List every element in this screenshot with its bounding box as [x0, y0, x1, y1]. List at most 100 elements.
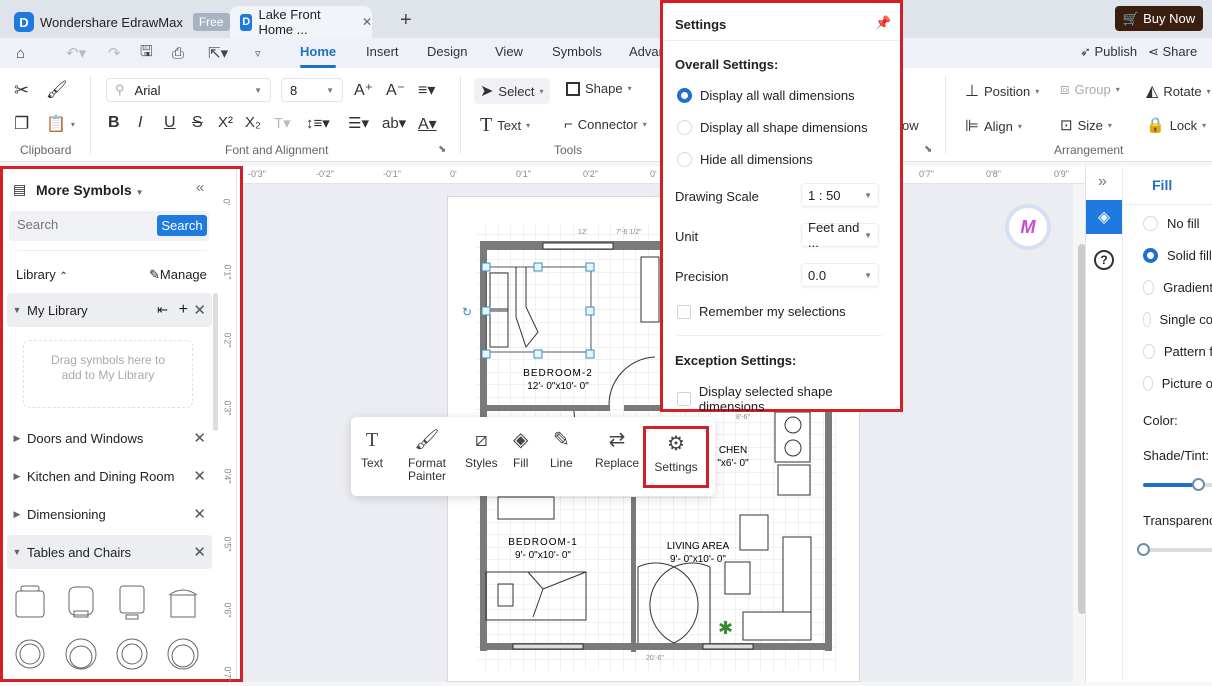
position-button[interactable]: ⊥ Position ▾ — [965, 81, 1039, 101]
option-wall-dimensions[interactable]: Display all wall dimensions — [677, 88, 855, 103]
select-button[interactable]: ➤ Select ▾ — [474, 78, 550, 104]
vertical-ruler[interactable]: 0' 0'1" 0'2" 0'3" 0'4" 0'5" 0'6" 0'7" — [218, 169, 237, 681]
float-settings-button[interactable]: ⚙ Settings — [643, 426, 709, 488]
customize-quick-access-icon[interactable]: ▿ — [255, 38, 261, 68]
close-icon[interactable]: ✕ — [193, 543, 206, 561]
save-icon[interactable]: 🖫 — [140, 38, 153, 68]
copy-icon[interactable]: ❐ — [14, 114, 29, 134]
radio[interactable] — [1143, 280, 1155, 295]
radio[interactable] — [677, 152, 692, 167]
float-line-button[interactable]: ✎ Line — [550, 427, 573, 470]
connector-button[interactable]: ⌐ Connector ▾ — [564, 116, 647, 133]
size-button[interactable]: ⊡ Size ▾ — [1060, 116, 1112, 134]
close-tab-icon[interactable]: ✕ — [362, 15, 372, 29]
fill-tab-icon[interactable]: ◈ — [1086, 200, 1122, 234]
library-toggle[interactable]: Library ⌃ — [16, 267, 68, 282]
text-button[interactable]: T Text ▾ — [480, 114, 530, 137]
checkbox[interactable] — [677, 304, 691, 319]
print-icon[interactable]: ⎙ — [172, 38, 184, 68]
armchair-symbol[interactable] — [64, 583, 98, 621]
radio[interactable] — [1143, 376, 1153, 391]
chair-symbol[interactable] — [13, 583, 47, 621]
radio[interactable] — [677, 120, 692, 135]
ai-assistant-icon[interactable]: M — [1005, 204, 1051, 250]
slider-knob[interactable] — [1137, 543, 1150, 556]
shape-button[interactable]: Shape ▾ — [566, 81, 632, 96]
float-styles-button[interactable]: ⧄ Styles — [465, 427, 498, 470]
fill-option-solid-fill[interactable]: Solid fill — [1143, 248, 1212, 263]
cut-icon[interactable]: ✂ — [14, 80, 29, 101]
collapse-panel-icon[interactable]: « — [196, 179, 204, 196]
export-icon[interactable]: ⇱▾ — [208, 38, 228, 68]
app-tab[interactable]: D Wondershare EdrawMax Free — [14, 6, 230, 38]
publish-button[interactable]: ➶ Publish — [1080, 44, 1137, 60]
group-button[interactable]: ⧈ Group ▾ — [1060, 81, 1120, 98]
share-button[interactable]: ⋖ Share — [1148, 44, 1197, 60]
increase-font-icon[interactable]: A⁺ — [354, 80, 373, 100]
my-library-section[interactable]: ▼ My Library ⇤ + ✕ — [7, 293, 212, 327]
search-input[interactable] — [17, 217, 147, 232]
bold-icon[interactable]: B — [108, 114, 120, 132]
rotate-handle-icon[interactable]: ↻ — [462, 305, 472, 319]
precision-select[interactable]: 0.0 ▼ — [801, 263, 879, 287]
import-icon[interactable]: ⇤ — [157, 302, 168, 318]
radio[interactable] — [1143, 216, 1158, 231]
paste-icon[interactable]: 📋 ▾ — [46, 114, 75, 134]
close-icon[interactable]: ✕ — [193, 429, 206, 447]
text-case-icon[interactable]: ab▾ — [382, 114, 406, 132]
decrease-font-icon[interactable]: A⁻ — [386, 80, 405, 100]
unit-select[interactable]: Feet and ... ▼ — [801, 220, 879, 250]
align-text-icon[interactable]: ≡▾ — [418, 80, 435, 100]
menu-insert[interactable]: Insert — [366, 44, 399, 59]
line-spacing-icon[interactable]: ↕≡▾ — [306, 114, 330, 132]
underline-icon[interactable]: U — [164, 114, 176, 132]
home-icon[interactable]: ⌂ — [16, 38, 25, 68]
close-icon[interactable]: ✕ — [193, 301, 206, 319]
text-style-icon[interactable]: T▾ — [274, 114, 291, 132]
strikethrough-icon[interactable]: S — [192, 114, 203, 132]
fill-option-picture[interactable]: Picture o — [1143, 376, 1212, 391]
swivel-chair-symbol[interactable] — [115, 635, 149, 673]
tools-dialog-launcher-icon[interactable]: ⬊ — [924, 144, 932, 155]
bullet-list-icon[interactable]: ☰▾ — [348, 114, 369, 132]
category-dimensioning[interactable]: ▶ Dimensioning ✕ — [7, 497, 212, 531]
format-painter-icon[interactable]: 🖌 — [46, 80, 68, 100]
category-doors-and-windows[interactable]: ▶ Doors and Windows ✕ — [7, 421, 212, 455]
round-chair-symbol[interactable] — [13, 635, 47, 673]
fill-option-gradient[interactable]: Gradient — [1143, 280, 1212, 295]
float-replace-button[interactable]: ⇄ Replace — [595, 427, 639, 470]
float-format-painter-button[interactable]: 🖌 Format Painter — [407, 427, 447, 483]
document-tab[interactable]: D Lake Front Home ... ✕ — [230, 6, 372, 38]
superscript-icon[interactable]: X² — [218, 114, 233, 131]
font-color-icon[interactable]: A▾ — [418, 114, 437, 134]
font-dialog-launcher-icon[interactable]: ⬊ — [438, 144, 446, 155]
add-icon[interactable]: + — [179, 301, 188, 319]
fill-option-no-fill[interactable]: No fill — [1143, 216, 1212, 231]
radio-selected[interactable] — [1143, 248, 1158, 263]
font-name-select[interactable]: ⚲ Arial ▼ — [106, 78, 271, 102]
shade-tint-slider[interactable] — [1143, 478, 1212, 491]
menu-design[interactable]: Design — [427, 44, 467, 59]
radio-selected[interactable] — [677, 88, 692, 103]
manage-button[interactable]: ✎Manage — [149, 267, 207, 283]
menu-view[interactable]: View — [495, 44, 523, 59]
pin-icon[interactable]: 📌 — [875, 15, 891, 31]
menu-home[interactable]: Home — [300, 44, 337, 68]
rotate-button[interactable]: ◭ Rotate ▾ — [1146, 81, 1211, 101]
my-library-drop-zone[interactable]: Drag symbols here to add to My Library — [23, 340, 193, 408]
drawing-scale-select[interactable]: 1 : 50 ▼ — [801, 183, 879, 207]
radio[interactable] — [1143, 312, 1151, 327]
buy-now-button[interactable]: 🛒 Buy Now — [1115, 6, 1203, 31]
float-fill-button[interactable]: ◈ Fill — [513, 427, 528, 470]
close-icon[interactable]: ✕ — [193, 467, 206, 485]
transparency-slider[interactable] — [1137, 543, 1212, 556]
undo-icon[interactable]: ↶▾ — [66, 38, 86, 68]
lock-button[interactable]: 🔒 Lock ▾ — [1146, 116, 1206, 134]
option-hide-dimensions[interactable]: Hide all dimensions — [677, 152, 813, 167]
remember-selections-checkbox[interactable]: Remember my selections — [677, 304, 846, 319]
option-shape-dimensions[interactable]: Display all shape dimensions — [677, 120, 868, 135]
radio[interactable] — [1143, 344, 1155, 359]
fill-option-single-color[interactable]: Single co — [1143, 312, 1212, 327]
redo-icon[interactable]: ↷ — [108, 38, 121, 68]
display-selected-dimensions-checkbox[interactable]: Display selected shape dimensions — [677, 384, 900, 414]
